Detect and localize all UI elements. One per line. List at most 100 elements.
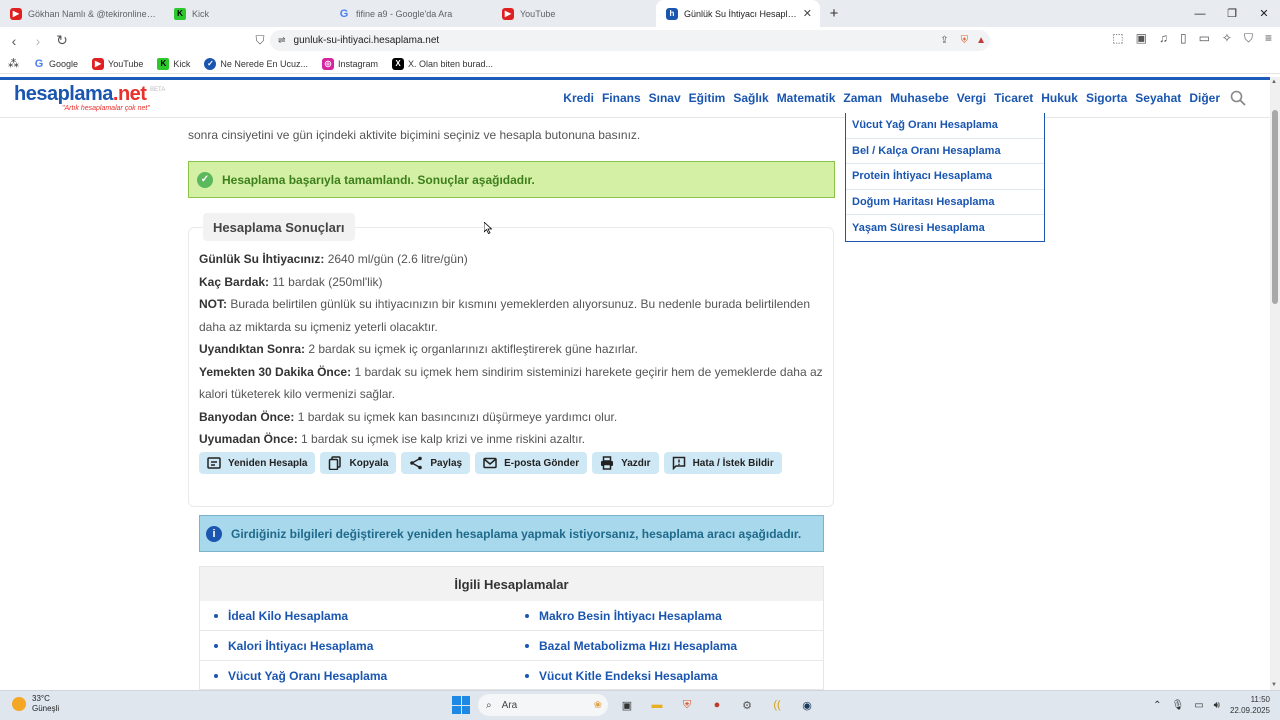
site-info-icon[interactable]: ⇌ <box>278 35 286 46</box>
tab-title: YouTube <box>520 8 556 19</box>
weather-widget[interactable]: 33°C Güneşli <box>12 694 59 714</box>
audio-app-icon[interactable]: (( <box>766 694 788 716</box>
chevron-up-icon[interactable]: ⌃ <box>1153 700 1161 711</box>
bookmark-item[interactable]: K Kick <box>157 57 190 70</box>
nav-saglik[interactable]: Sağlık <box>733 91 768 105</box>
nav-ticaret[interactable]: Ticaret <box>994 91 1033 105</box>
nav-seyahat[interactable]: Seyahat <box>1135 91 1181 105</box>
task-view-icon[interactable]: ▣ <box>616 694 638 716</box>
page-scrollbar[interactable]: ▲ ▼ <box>1270 77 1280 690</box>
restore-icon[interactable]: ❐ <box>1216 0 1248 27</box>
youtube-icon: ▶ <box>502 7 514 20</box>
nav-kredi[interactable]: Kredi <box>563 91 594 105</box>
scroll-down-icon[interactable]: ▼ <box>1271 682 1277 688</box>
url-field[interactable]: ⇌ gunluk-su-ihtiyaci.hesaplama.net ⇪ ⛨ ▲ <box>270 30 990 51</box>
app-icon[interactable]: ● <box>706 694 728 716</box>
leo-icon[interactable]: ✧ <box>1222 31 1232 46</box>
sidebar-link[interactable]: Doğum Haritası Hesaplama <box>846 190 1044 215</box>
windows-start-icon[interactable] <box>452 696 470 714</box>
close-tab-icon[interactable]: ✕ <box>803 7 812 20</box>
sidebar-link[interactable]: Yaşam Süresi Hesaplama <box>846 215 1044 241</box>
weather-text: Güneşli <box>32 704 60 713</box>
nav-hukuk[interactable]: Hukuk <box>1041 91 1078 105</box>
volume-icon[interactable]: 🔊︎ <box>1214 700 1220 711</box>
bookmark-item[interactable]: G Google <box>33 58 78 70</box>
reload-icon[interactable]: ↻ <box>52 31 72 51</box>
recalculate-button[interactable]: Yeniden Hesapla <box>199 452 316 474</box>
bookmark-item[interactable]: ✓ Ne Nerede En Ucuz... <box>204 57 308 70</box>
scroll-up-icon[interactable]: ▲ <box>1271 79 1277 85</box>
scroll-thumb[interactable] <box>1272 110 1278 304</box>
minimize-icon[interactable]: — <box>1184 0 1216 27</box>
file-explorer-icon[interactable]: ▬ <box>646 694 668 716</box>
nav-zaman[interactable]: Zaman <box>843 91 882 105</box>
bookmark-item[interactable]: ▶ YouTube <box>92 57 143 70</box>
temperature: 33°C <box>32 694 50 703</box>
settings-icon[interactable]: ⚙ <box>736 694 758 716</box>
sidebar-link[interactable]: Bel / Kalça Oranı Hesaplama <box>846 139 1044 164</box>
music-icon[interactable]: ♫ <box>1159 31 1168 46</box>
clock[interactable]: 11:50 22.09.2025 <box>1230 694 1270 716</box>
taskbar-apps: ⌕ Ara ❀ ▣ ▬ ⛨ ● ⚙ (( ◉ <box>452 694 818 716</box>
brave-shield-icon[interactable]: ⛨ <box>961 35 969 46</box>
sidebar-link[interactable]: Vücut Yağ Oranı Hesaplama <box>846 113 1044 139</box>
related-link[interactable]: Vücut Kitle Endeksi Hesaplama <box>511 661 823 691</box>
search-icon: ⌕ <box>486 699 492 711</box>
bookmark-item[interactable]: X X. Olan biten burad... <box>392 57 493 70</box>
share-icon[interactable]: ⇪ <box>940 35 948 46</box>
nav-sigorta[interactable]: Sigorta <box>1086 91 1127 105</box>
screenshot-icon[interactable]: ▣ <box>1136 31 1147 46</box>
share-button[interactable]: Paylaş <box>401 452 471 474</box>
taskbar-search[interactable]: ⌕ Ara ❀ <box>478 694 608 716</box>
nav-sinav[interactable]: Sınav <box>649 91 681 105</box>
apps-grid-icon[interactable]: ⁂ <box>8 57 19 70</box>
mail-icon <box>483 457 497 469</box>
copy-button[interactable]: Kopyala <box>320 452 397 474</box>
bookmark-icon[interactable]: ⛉ <box>250 31 270 51</box>
tab-title: Kick <box>192 8 210 19</box>
forward-icon[interactable]: › <box>28 31 48 51</box>
browser-tab-active[interactable]: h Günlük Su İhtiyacı Hesaplama - H ✕ <box>656 0 820 27</box>
related-link[interactable]: Kalori İhtiyacı Hesaplama <box>200 631 511 661</box>
report-button[interactable]: Hata / İstek Bildir <box>663 452 782 474</box>
menu-icon[interactable]: ≡ <box>1265 31 1272 46</box>
nav-matematik[interactable]: Matematik <box>777 91 836 105</box>
bookmark-item[interactable]: ◎ Instagram <box>321 57 378 70</box>
sidebar-icon[interactable]: ▯ <box>1180 31 1187 46</box>
copy-icon <box>329 456 342 470</box>
result-line: NOT: Burada belirtilen günlük su ihtiyac… <box>199 297 811 334</box>
brave-rewards-icon[interactable]: ▲ <box>976 35 986 46</box>
vpn-icon[interactable]: ⛉ <box>1244 31 1253 46</box>
related-link[interactable]: Makro Besin İhtiyacı Hesaplama <box>511 601 823 631</box>
nav-vergi[interactable]: Vergi <box>957 91 986 105</box>
nav-egitim[interactable]: Eğitim <box>689 91 726 105</box>
related-link[interactable]: İdeal Kilo Hesaplama <box>200 601 511 631</box>
wallet-icon[interactable]: ▭ <box>1199 31 1210 46</box>
browser-tab[interactable]: G fifine a9 - Google'da Ara <box>328 0 492 27</box>
sidebar-link[interactable]: Protein İhtiyacı Hesaplama <box>846 164 1044 190</box>
related-link[interactable]: Bazal Metabolizma Hızı Hesaplama <box>511 631 823 661</box>
steam-icon[interactable]: ◉ <box>796 694 818 716</box>
search-icon[interactable] <box>1230 90 1246 106</box>
related-link[interactable]: Vücut Yağ Oranı Hesaplama <box>200 661 511 691</box>
microphone-icon[interactable]: 🎙︎ <box>1171 700 1184 711</box>
bullet-icon <box>214 673 218 678</box>
site-header: hesaplama.net "Artık hesaplamalar çok ne… <box>0 80 1270 118</box>
nav-muhasebe[interactable]: Muhasebe <box>890 91 949 105</box>
nav-finans[interactable]: Finans <box>602 91 641 105</box>
network-icon[interactable]: ▭ <box>1194 700 1203 711</box>
close-window-icon[interactable]: ✕ <box>1248 0 1280 27</box>
browser-tab[interactable]: ▶ YouTube <box>492 0 656 27</box>
new-tab-button[interactable]: + <box>820 0 848 27</box>
action-buttons: Yeniden Hesapla Kopyala Paylaş E-posta G… <box>199 452 782 474</box>
brave-browser-icon[interactable]: ⛨ <box>676 694 698 716</box>
extensions-icon[interactable]: ⬚ <box>1112 31 1123 46</box>
print-button[interactable]: Yazdır <box>592 452 659 474</box>
tab-bar: ▶ Gökhan Namlı & @tekironline - Vura K K… <box>0 0 1280 27</box>
back-icon[interactable]: ‹ <box>4 31 24 51</box>
browser-tab[interactable]: ▶ Gökhan Namlı & @tekironline - Vura <box>0 0 164 27</box>
site-logo[interactable]: hesaplama.net "Artık hesaplamalar çok ne… <box>14 83 165 112</box>
email-button[interactable]: E-posta Gönder <box>475 452 588 474</box>
browser-tab[interactable]: K Kick <box>164 0 328 27</box>
nav-diger[interactable]: Diğer <box>1189 91 1220 105</box>
